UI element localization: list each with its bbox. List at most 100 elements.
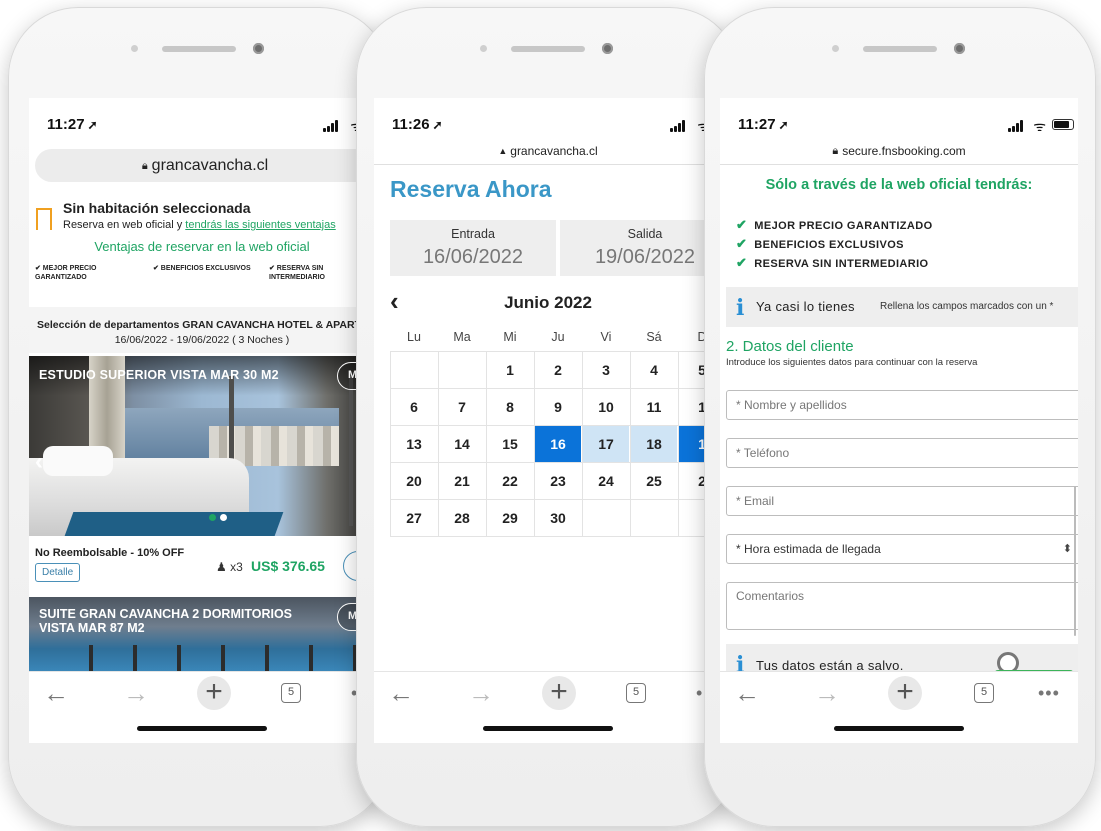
lock-icon: 🔒︎	[832, 145, 839, 157]
chevron-left-icon[interactable]: ‹	[35, 448, 43, 476]
selection-dates: 16/06/2022 - 19/06/2022 ( 3 Noches )	[114, 334, 290, 346]
checkin-date-box[interactable]: Entrada 16/06/2022	[390, 220, 556, 276]
sensor-dot	[832, 45, 839, 52]
tabs-icon[interactable]: 5	[281, 683, 301, 703]
calendar-day[interactable]: 24	[582, 463, 629, 500]
name-field[interactable]: * Nombre y apellidos	[726, 390, 1078, 420]
home-indicator[interactable]	[834, 726, 964, 731]
calendar-week: 20 21 22 23 24 25 2	[390, 462, 722, 500]
scrollbar[interactable]	[1074, 486, 1076, 636]
calendar-day[interactable]: 15	[486, 426, 533, 463]
calendar-day[interactable]: 3	[582, 352, 629, 389]
plus-icon[interactable]: +	[197, 676, 231, 710]
calendar-day[interactable]: 28	[438, 500, 485, 537]
checkout-date-box[interactable]: Salida 19/06/2022	[560, 220, 722, 276]
calendar-day-in-range[interactable]: 18	[630, 426, 677, 463]
benefit-item: ✔ BENEFICIOS EXCLUSIVOS	[736, 236, 904, 252]
speaker-grill	[863, 46, 937, 52]
home-indicator[interactable]	[137, 726, 267, 731]
calendar-day-in-range[interactable]: 17	[582, 426, 629, 463]
back-arrow-icon[interactable]: ←	[43, 680, 69, 706]
advantage-item: ✔ RESERVA SIN INTERMEDIARIO	[269, 264, 325, 282]
subtitle-text: Reserva en web oficial y	[63, 219, 186, 231]
address-bar[interactable]: 🔒︎ secure.fnsbooking.com	[720, 144, 1078, 158]
calendar-day[interactable]: 25	[630, 463, 677, 500]
status-bar: 11:27➚ ᯤ	[720, 98, 1078, 138]
benefit-text: MEJOR PRECIO GARANTIZADO	[754, 220, 933, 232]
address-bar[interactable]: ▲ grancavancha.cl	[374, 144, 722, 158]
calendar-day[interactable]: 14	[438, 426, 485, 463]
calendar-day	[390, 352, 437, 389]
booking-status-subtitle: Reserva en web oficial y tendrás las sig…	[63, 219, 336, 231]
calendar-day[interactable]: 30	[534, 500, 581, 537]
location-arrow-icon: ➚	[432, 118, 443, 132]
photo-railing	[89, 645, 375, 671]
calendar-day[interactable]: 21	[438, 463, 485, 500]
weekday-label: Vi	[600, 330, 612, 344]
arrival-time-text: * Hora estimada de llegada	[736, 542, 881, 556]
front-camera	[602, 43, 613, 54]
plus-icon[interactable]: +	[888, 676, 922, 710]
calendar-day[interactable]: 9	[534, 389, 581, 426]
calendar-day[interactable]: 7	[438, 389, 485, 426]
comments-field[interactable]: Comentarios	[726, 582, 1078, 630]
back-arrow-icon[interactable]: ←	[388, 680, 414, 706]
calendar-day[interactable]: 22	[486, 463, 533, 500]
phone-frame-3: 11:27 ➚ ᯤ 🔒︎ secure.fnsbooking.com Sólo a …	[704, 7, 1096, 827]
calendar-day[interactable]: 4	[630, 352, 677, 389]
forward-arrow-icon[interactable]: →	[814, 680, 840, 706]
detail-button[interactable]: Detalle	[35, 563, 81, 582]
arrival-time-select[interactable]: * Hora estimada de llegada ⬍	[726, 534, 1078, 564]
advantages-link[interactable]: tendrás las siguientes ventajas	[185, 219, 335, 231]
room-photo-2[interactable]: SUITE GRAN CAVANCHA 2 DORMITORIOS VISTA …	[29, 597, 375, 671]
plus-icon[interactable]: +	[542, 676, 576, 710]
email-field[interactable]: * Email	[726, 486, 1078, 516]
carousel-dot[interactable]	[220, 514, 227, 521]
forward-arrow-icon[interactable]: →	[123, 680, 149, 706]
location-arrow-icon: ➚	[778, 118, 789, 132]
forward-arrow-icon[interactable]: →	[468, 680, 494, 706]
carousel-dot-active[interactable]	[209, 514, 216, 521]
calendar-day[interactable]: 29	[486, 500, 533, 537]
phone-screen-2: 11:26➚ ᯤ ▲grancavancha.cl Reserva Ahora …	[374, 98, 722, 743]
calendar-week: 6 7 8 9 10 11 1	[390, 388, 722, 426]
calendar-day[interactable]: 8	[486, 389, 533, 426]
calendar-day[interactable]: 10	[582, 389, 629, 426]
more-icon[interactable]: •••	[1038, 680, 1060, 706]
booking-status-title: Sin habitación seleccionada	[63, 200, 251, 216]
benefit-item: ✔ MEJOR PRECIO GARANTIZADO	[736, 217, 933, 233]
more-icon[interactable]: •	[696, 680, 703, 706]
checkout-date: 19/06/2022	[594, 246, 696, 268]
tabs-icon[interactable]: 5	[626, 683, 646, 703]
room-title: ESTUDIO SUPERIOR VISTA MAR 30 M2	[39, 368, 279, 382]
back-arrow-icon[interactable]: ←	[734, 680, 760, 706]
calendar-day-checkin[interactable]: 16	[534, 426, 581, 463]
advantage-line: INTERMEDIARIO	[269, 274, 325, 281]
calendar-day[interactable]: 1	[486, 352, 533, 389]
calendar-day[interactable]: 27	[390, 500, 437, 537]
status-time: 11:27 ➚	[738, 116, 789, 133]
browser-toolbar: ← → + 5 •	[29, 671, 375, 743]
calendar-day[interactable]: 11	[630, 389, 677, 426]
room-photo-carousel[interactable]: ESTUDIO SUPERIOR VISTA MAR 30 M2 Mas ‹	[29, 356, 375, 536]
url-text: secure.fnsbooking.com	[842, 144, 966, 158]
bookmark-icon	[36, 208, 52, 237]
calendar-day[interactable]: 20	[390, 463, 437, 500]
check-icon: ✔	[736, 217, 748, 232]
advantage-line: ✔ RESERVA SIN	[269, 265, 324, 272]
calendar-month: Junio 2022	[504, 293, 592, 312]
advantages-title: Ventajas de reservar en la web oficial	[94, 239, 310, 254]
status-bar: 11:26➚ ᯤ	[374, 98, 722, 138]
speaker-grill	[511, 46, 585, 52]
url-text: grancavancha.cl	[151, 157, 269, 174]
phone-field[interactable]: * Teléfono	[726, 438, 1078, 468]
calendar-day[interactable]: 6	[390, 389, 437, 426]
weekday-label: Mi	[503, 330, 517, 344]
tabs-icon[interactable]: 5	[974, 683, 994, 703]
benefit-text: RESERVA SIN INTERMEDIARIO	[754, 258, 929, 270]
calendar-day[interactable]: 23	[534, 463, 581, 500]
calendar-day[interactable]: 2	[534, 352, 581, 389]
home-indicator[interactable]	[483, 726, 613, 731]
address-bar[interactable]: 🔒︎ grancavancha.cl	[35, 149, 375, 182]
calendar-day[interactable]: 13	[390, 426, 437, 463]
